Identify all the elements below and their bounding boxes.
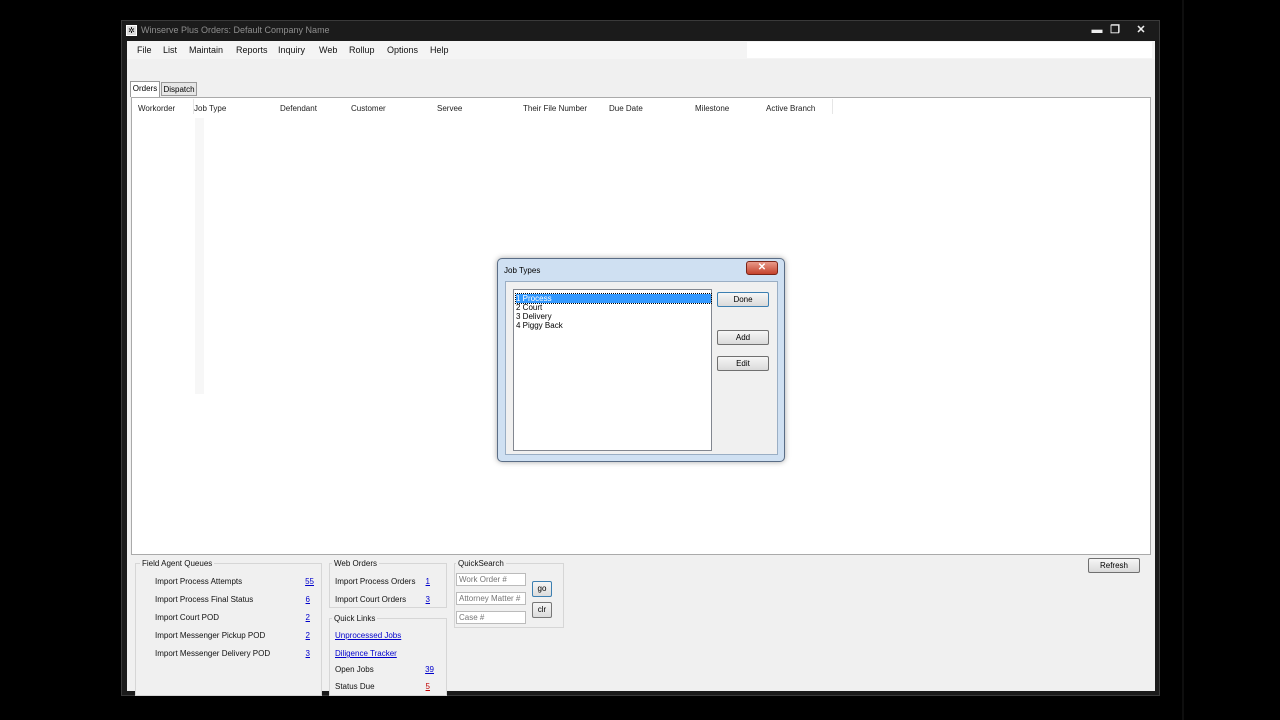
close-icon[interactable]: ✕ (1128, 22, 1154, 38)
menu-web[interactable]: Web (319, 45, 337, 55)
menu-rollup[interactable]: Rollup (349, 45, 375, 55)
work-order-search-input[interactable] (456, 573, 526, 586)
window-title: Winserve Plus Orders: Default Company Na… (141, 25, 330, 35)
queue-label: Import Process Attempts (155, 577, 243, 586)
list-item[interactable]: 1 Process (515, 293, 712, 304)
web-order-label: Import Process Orders (335, 577, 416, 586)
queue-count-link[interactable]: 55 (298, 577, 314, 586)
dialog-close-icon[interactable]: ✕ (746, 261, 778, 275)
queue-label: Import Court POD (155, 613, 220, 622)
done-button[interactable]: Done (717, 292, 769, 307)
queue-label: Import Messenger Delivery POD (155, 649, 271, 658)
attorney-matter-search-input[interactable] (456, 592, 526, 605)
column-header-customer[interactable]: Customer (351, 104, 386, 113)
menu-list[interactable]: List (163, 45, 177, 55)
queue-count-link[interactable]: 2 (294, 613, 310, 622)
web-orders-title: Web Orders (332, 559, 379, 568)
app-icon[interactable]: ✲ (126, 25, 137, 36)
column-header-workorder[interactable]: Workorder (138, 104, 175, 113)
menu-bar-blank-area (747, 42, 1152, 58)
field-agent-queues-title: Field Agent Queues (140, 559, 215, 568)
add-button[interactable]: Add (717, 330, 769, 345)
quick-search-title: QuickSearch (456, 559, 506, 568)
edit-button[interactable]: Edit (717, 356, 769, 371)
grid-ghost-column (195, 118, 204, 394)
web-order-count-link[interactable]: 3 (414, 595, 430, 604)
column-header-milestone[interactable]: Milestone (695, 104, 729, 113)
menu-options[interactable]: Options (387, 45, 418, 55)
column-header-servee[interactable]: Servee (437, 104, 462, 113)
clear-button[interactable]: clr (532, 602, 552, 618)
title-bar: ✲ Winserve Plus Orders: Default Company … (122, 21, 1159, 41)
menu-bar: File List Maintain Reports Inquiry Web R… (127, 41, 1155, 59)
dialog-body: 1 Process 2 Court 3 Delivery 4 Piggy Bac… (505, 281, 778, 455)
open-jobs-label: Open Jobs (335, 665, 374, 674)
web-order-label: Import Court Orders (335, 595, 407, 604)
status-due-label: Status Due (335, 682, 375, 691)
column-header-job-type[interactable]: Job Type (194, 104, 226, 113)
list-item[interactable]: 3 Delivery (516, 312, 711, 321)
tab-dispatch[interactable]: Dispatch (161, 82, 197, 96)
open-jobs-count-link[interactable]: 39 (418, 665, 434, 674)
web-order-count-link[interactable]: 1 (414, 577, 430, 586)
list-item[interactable]: 2 Court (516, 303, 711, 312)
queue-label: Import Messenger Pickup POD (155, 631, 266, 640)
menu-maintain[interactable]: Maintain (189, 45, 223, 55)
column-header-active-branch[interactable]: Active Branch (766, 104, 815, 113)
menu-reports[interactable]: Reports (236, 45, 268, 55)
background-edge (1182, 0, 1184, 720)
go-button[interactable]: go (532, 581, 552, 597)
queue-count-link[interactable]: 6 (294, 595, 310, 604)
unprocessed-jobs-link[interactable]: Unprocessed Jobs (335, 631, 401, 640)
column-divider (832, 99, 833, 114)
status-due-count-link[interactable]: 5 (414, 682, 430, 691)
menu-inquiry[interactable]: Inquiry (278, 45, 305, 55)
job-types-listbox[interactable]: 1 Process 2 Court 3 Delivery 4 Piggy Bac… (513, 289, 712, 451)
queue-count-link[interactable]: 2 (294, 631, 310, 640)
refresh-button[interactable]: Refresh (1088, 558, 1140, 573)
column-header-defendant[interactable]: Defendant (280, 104, 317, 113)
queue-count-link[interactable]: 3 (294, 649, 310, 658)
job-types-dialog: Job Types ✕ 1 Process 2 Court 3 Delivery… (497, 258, 785, 462)
diligence-tracker-link[interactable]: Diligence Tracker (335, 649, 397, 658)
quick-links-title: Quick Links (332, 614, 378, 623)
menu-help[interactable]: Help (430, 45, 449, 55)
column-header-their-file-number[interactable]: Their File Number (523, 104, 587, 113)
column-header-due-date[interactable]: Due Date (609, 104, 643, 113)
case-number-search-input[interactable] (456, 611, 526, 624)
tab-orders[interactable]: Orders (130, 81, 160, 97)
list-item[interactable]: 4 Piggy Back (516, 321, 711, 330)
menu-file[interactable]: File (137, 45, 152, 55)
maximize-icon[interactable]: ❐ (1102, 22, 1128, 38)
dialog-title: Job Types (504, 266, 541, 275)
queue-label: Import Process Final Status (155, 595, 254, 604)
